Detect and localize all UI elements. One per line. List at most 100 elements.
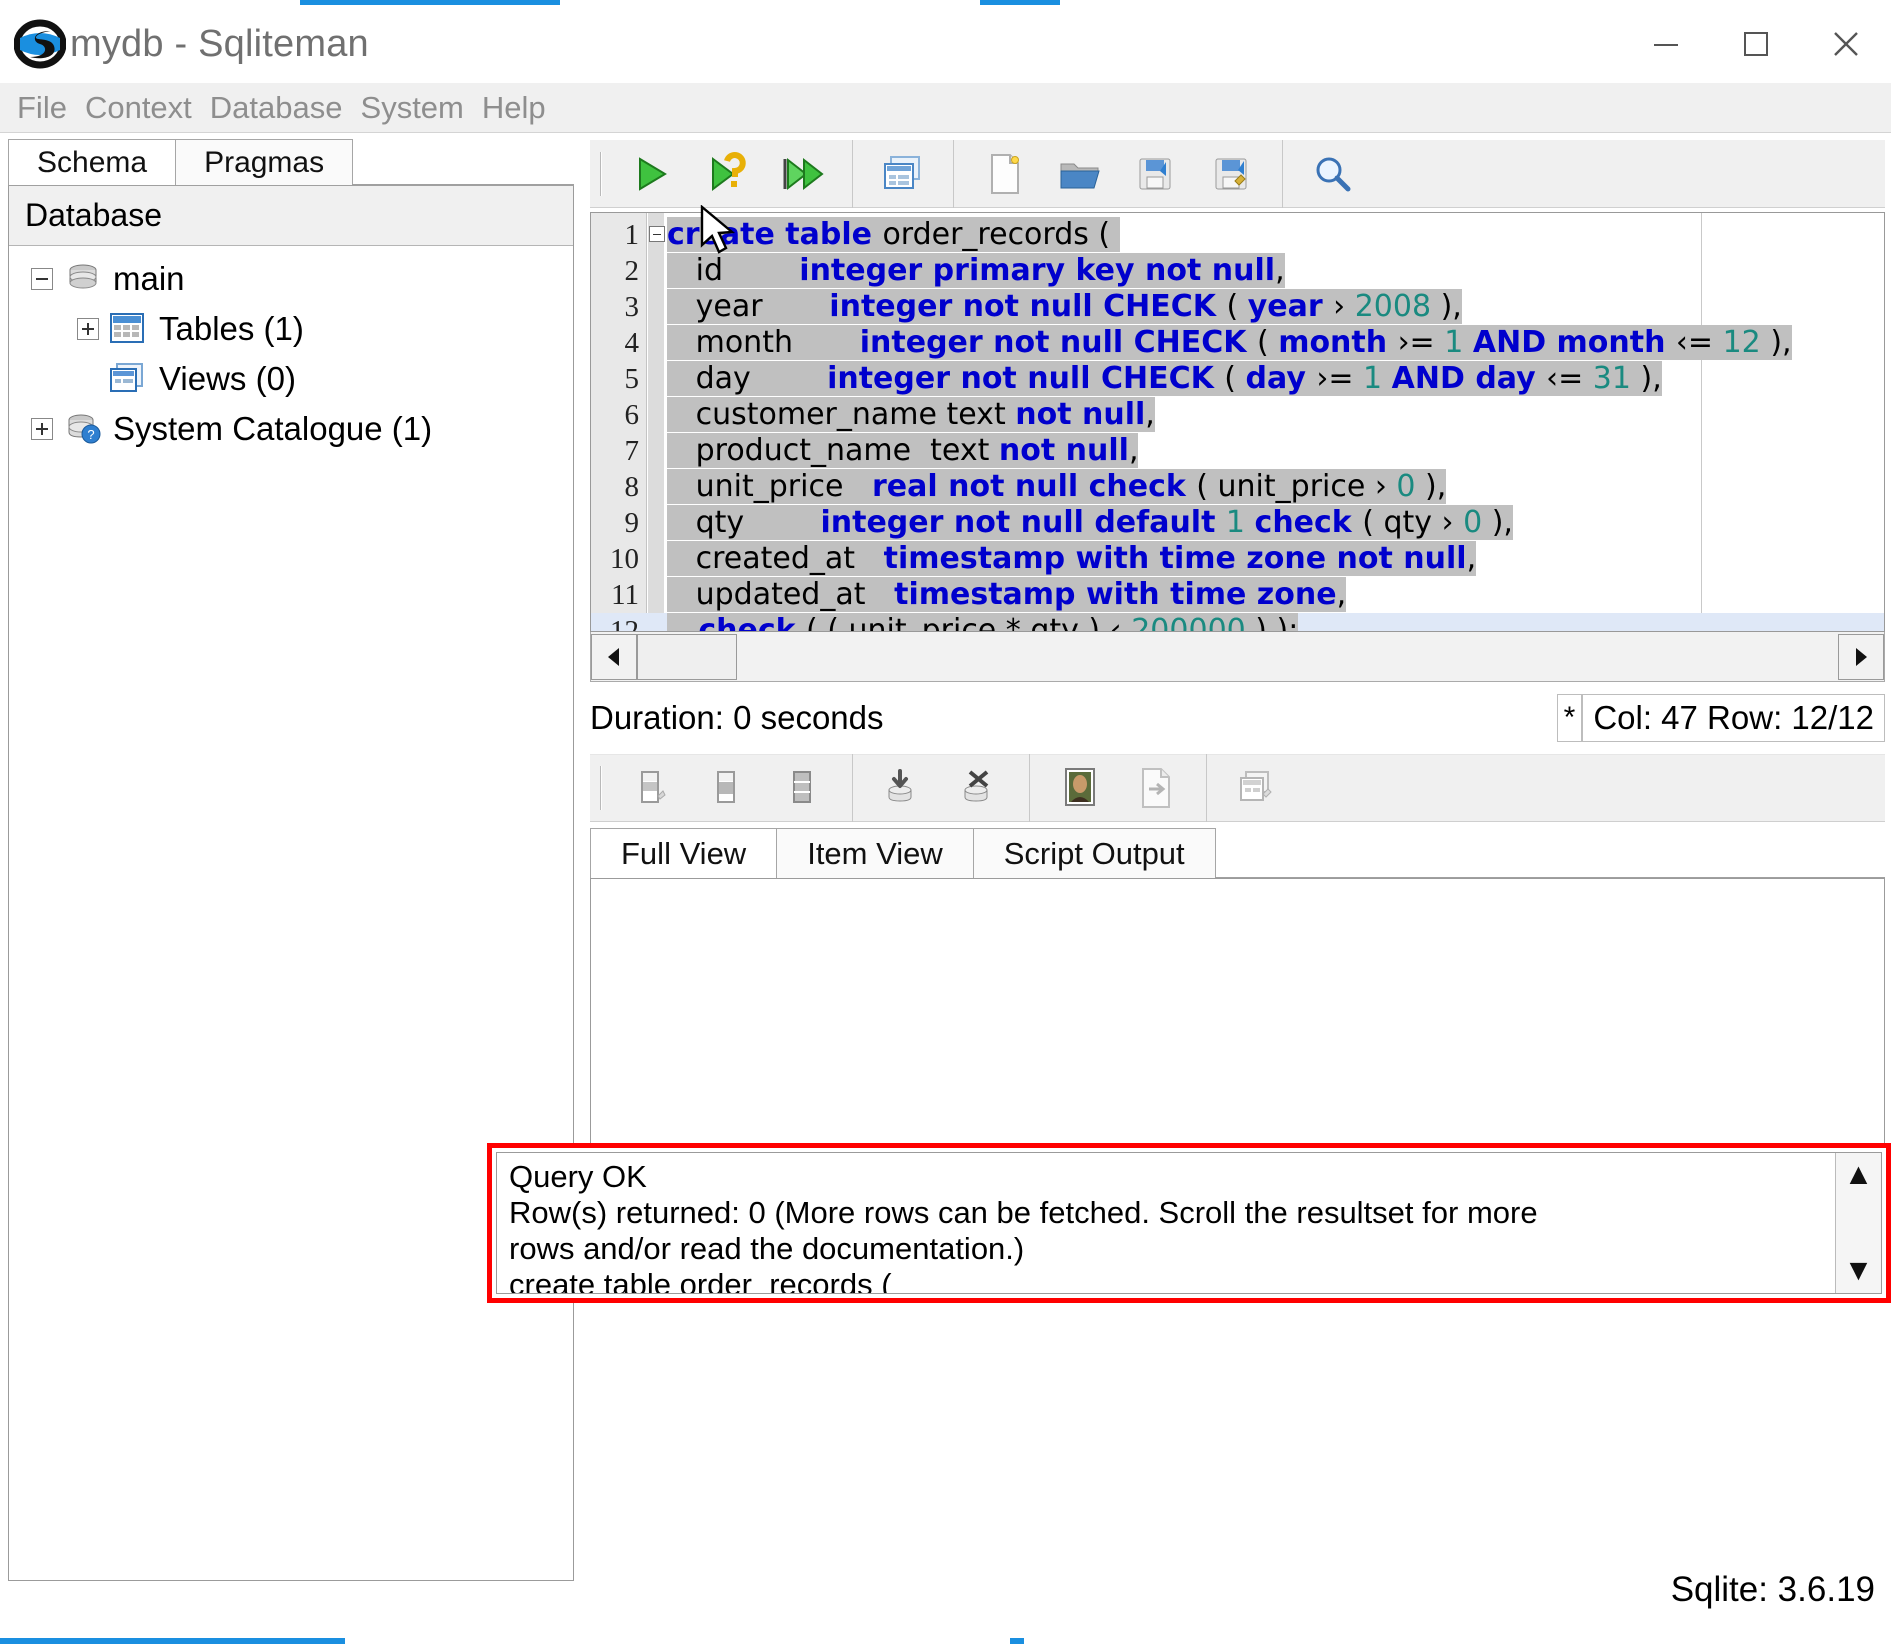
tab-schema[interactable]: Schema xyxy=(8,139,177,185)
toolbar-grip-1 xyxy=(600,151,602,196)
scroll-right-button[interactable] xyxy=(1838,633,1884,680)
results-toolbar-divider-1 xyxy=(852,754,853,822)
results-toolbar-grip-1 xyxy=(600,766,602,810)
log-scroll-up-button[interactable]: ▲ xyxy=(1844,1153,1874,1197)
code-line[interactable]: 8 unit_price real not null check ( unit_… xyxy=(591,469,1884,505)
code-text: year integer not null CHECK ( year › 200… xyxy=(667,289,1462,324)
tree-item-label: Tables (1) xyxy=(159,310,304,347)
toolbar-divider-2 xyxy=(953,139,954,208)
result-view-tabs: Full View Item View Script Output xyxy=(590,828,1885,878)
code-line[interactable]: 1 create table order_records ( xyxy=(591,217,1884,253)
code-text: id integer primary key not null, xyxy=(667,253,1285,288)
menu-help[interactable]: Help xyxy=(473,90,555,126)
code-line[interactable]: 6 customer_name text not null, xyxy=(591,397,1884,433)
insert-row-button[interactable] xyxy=(612,758,688,818)
code-line[interactable]: 11 updated_at timestamp with time zone, xyxy=(591,577,1884,613)
line-number: 8 xyxy=(624,471,640,503)
sqliteman-window: mydb - Sqliteman File Context Database S… xyxy=(0,0,1891,1644)
code-line[interactable]: 2 id integer primary key not null, xyxy=(591,253,1884,289)
editor-horizontal-scrollbar[interactable] xyxy=(590,632,1885,682)
code-text: updated_at timestamp with time zone, xyxy=(667,577,1347,612)
toolbar-divider-1 xyxy=(852,139,853,208)
duplicate-row-button[interactable] xyxy=(688,758,764,818)
code-line[interactable]: 4 month integer not null CHECK ( month ›… xyxy=(591,325,1884,361)
title-bar: mydb - Sqliteman xyxy=(0,5,1891,83)
expand-toggle-tables[interactable] xyxy=(77,318,99,340)
tab-pragmas[interactable]: Pragmas xyxy=(175,139,354,185)
code-text: unit_price real not null check ( unit_pr… xyxy=(667,469,1447,504)
show-blob-button[interactable] xyxy=(1042,758,1118,818)
code-line[interactable]: 7 product_name text not null, xyxy=(591,433,1884,469)
line-number: 10 xyxy=(610,543,639,575)
create-view-button[interactable] xyxy=(865,144,941,204)
run-all-button[interactable] xyxy=(764,144,840,204)
results-toolbar xyxy=(590,754,1885,822)
menu-system[interactable]: System xyxy=(352,90,473,126)
tree-column-header: Database xyxy=(9,186,573,246)
code-line[interactable]: 5 day integer not null CHECK ( day ›= 1 … xyxy=(591,361,1884,397)
schema-panel: Schema Pragmas Database main Tables (1) … xyxy=(8,139,574,1581)
run-explain-button[interactable] xyxy=(688,144,764,204)
commit-button[interactable] xyxy=(865,758,941,818)
line-number: 3 xyxy=(624,291,640,323)
line-number: 1 xyxy=(624,219,640,251)
expander-placeholder-views xyxy=(77,368,99,390)
code-text: product_name text not null, xyxy=(667,433,1139,468)
database-tree[interactable]: Database main Tables (1) Views (0) ? Sys… xyxy=(8,186,574,1581)
find-button[interactable] xyxy=(1295,144,1371,204)
tree-item-label: Views (0) xyxy=(159,360,296,397)
expand-toggle-system-catalogue[interactable] xyxy=(31,418,53,440)
editor-code-lines[interactable]: 1 create table order_records ( 2 id integ… xyxy=(591,217,1884,632)
scroll-left-button[interactable] xyxy=(591,633,637,680)
line-number: 12 xyxy=(610,615,639,632)
sql-editor-panel: 1 create table order_records ( 2 id integ… xyxy=(590,139,1885,1580)
export-document-button[interactable] xyxy=(1118,758,1194,818)
tree-item-system-catalogue[interactable]: ? System Catalogue (1) xyxy=(21,404,573,454)
tree-item-views[interactable]: Views (0) xyxy=(21,354,573,404)
log-scrollbar[interactable]: ▲ ▼ xyxy=(1835,1153,1881,1293)
code-line[interactable]: 10 created_at timestamp with time zone n… xyxy=(591,541,1884,577)
tree-item-label: System Catalogue (1) xyxy=(113,410,433,447)
schema-tabs: Schema Pragmas xyxy=(8,139,574,186)
line-number: 5 xyxy=(624,363,640,395)
taskbar-accent-left xyxy=(0,1638,345,1644)
minimize-button[interactable] xyxy=(1621,5,1711,83)
collapse-toggle-main[interactable] xyxy=(31,268,53,290)
sql-code-editor[interactable]: 1 create table order_records ( 2 id integ… xyxy=(590,212,1885,632)
code-line[interactable]: 9 qty integer not null default 1 check (… xyxy=(591,505,1884,541)
tree-body: main Tables (1) Views (0) ? System Catal… xyxy=(9,246,573,454)
close-button[interactable] xyxy=(1801,5,1891,83)
delete-row-button[interactable] xyxy=(764,758,840,818)
tab-script-output[interactable]: Script Output xyxy=(972,828,1216,878)
duration-label: Duration: 0 seconds xyxy=(590,699,884,736)
result-tabs-filler xyxy=(1214,828,1885,878)
tab-full-view[interactable]: Full View xyxy=(590,828,778,878)
line-number: 11 xyxy=(611,579,639,611)
database-icon xyxy=(63,262,103,296)
window-controls xyxy=(1621,5,1891,83)
new-script-button[interactable] xyxy=(966,144,1042,204)
save-script-as-button[interactable] xyxy=(1194,144,1270,204)
tree-item-label: main xyxy=(113,260,185,297)
tree-item-tables[interactable]: Tables (1) xyxy=(21,304,573,354)
fold-toggle-icon[interactable] xyxy=(649,226,665,242)
code-text: customer_name text not null, xyxy=(667,397,1155,432)
tab-item-view[interactable]: Item View xyxy=(776,828,974,878)
code-line[interactable]: 3 year integer not null CHECK ( year › 2… xyxy=(591,289,1884,325)
rollback-button[interactable] xyxy=(941,758,1017,818)
cursor-position-label: Col: 47 Row: 12/12 xyxy=(1582,694,1885,742)
scrollbar-thumb[interactable] xyxy=(637,633,737,680)
menu-file[interactable]: File xyxy=(8,90,76,126)
maximize-button[interactable] xyxy=(1711,5,1801,83)
menu-database[interactable]: Database xyxy=(201,90,352,126)
tree-item-main[interactable]: main xyxy=(21,254,573,304)
log-scroll-down-button[interactable]: ▼ xyxy=(1844,1249,1874,1293)
code-line[interactable]: 12 check ( ( unit_price * qty ) ‹ 200000… xyxy=(591,613,1884,632)
toolbar-divider-3 xyxy=(1282,139,1283,208)
run-sql-button[interactable] xyxy=(612,144,688,204)
save-script-button[interactable] xyxy=(1118,144,1194,204)
log-panel[interactable]: Query OK Row(s) returned: 0 (More rows c… xyxy=(496,1152,1882,1294)
menu-context[interactable]: Context xyxy=(76,90,201,126)
open-script-button[interactable] xyxy=(1042,144,1118,204)
clear-results-button[interactable] xyxy=(1219,758,1295,818)
